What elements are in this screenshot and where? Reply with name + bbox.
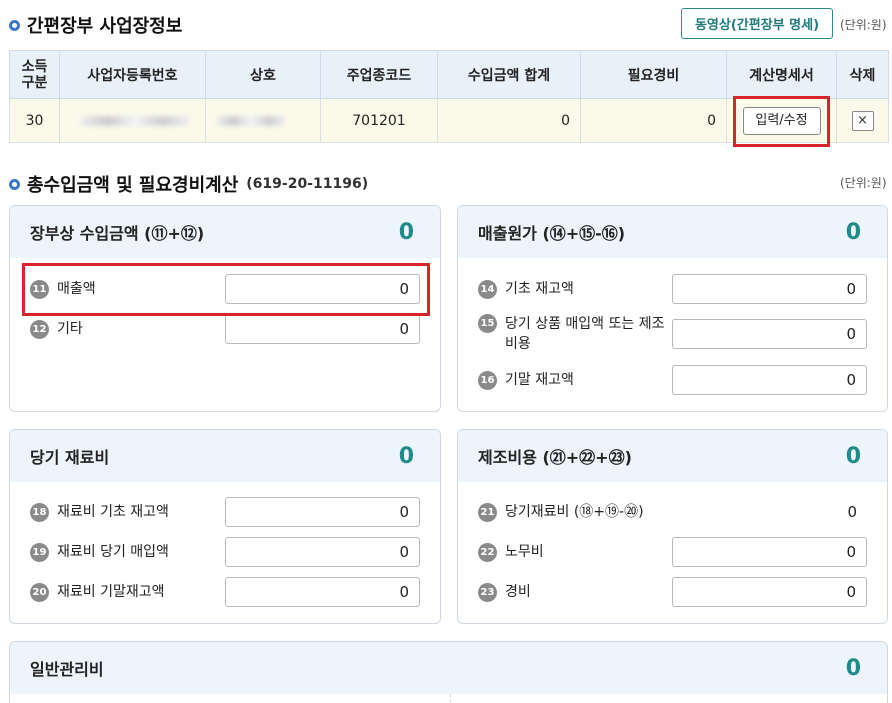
row-purchases: 15 당기 상품 매입액 또는 제조비용 <box>478 312 867 356</box>
row-overhead: 23 경비 <box>478 577 867 607</box>
column-divider <box>450 694 451 703</box>
section-title-business-info: 간편장부 사업장정보 <box>9 12 182 38</box>
overhead-input[interactable] <box>672 577 867 607</box>
cell-delete: × <box>836 98 889 143</box>
header-income-type-line1: 소득 <box>21 58 48 75</box>
cell-income-type: 30 <box>9 98 60 143</box>
row-ending-inventory: 16 기말 재고액 <box>478 365 867 395</box>
admin-total: 0 <box>845 655 861 681</box>
edit-statement-button[interactable]: 입력/수정 <box>742 106 821 135</box>
card-book-revenue: 장부상 수입금액 (⑪+⑫) 0 11 매출액 12 기타 <box>9 205 441 412</box>
bullet-icon <box>9 19 20 31</box>
header-delete: 삭제 <box>836 50 889 99</box>
business-info-table: 소득 구분 사업자등록번호 상호 주업종코드 수입금액 합계 필요경비 계산명세서… <box>9 50 889 143</box>
close-icon[interactable]: × <box>851 110 874 131</box>
header-business-number: 사업자등록번호 <box>59 50 206 99</box>
revenue-total: 0 <box>398 219 414 245</box>
row-current-materials: 21 당기재료비 (⑱+⑲-⑳) 0 <box>478 497 867 527</box>
number-badge: 15 <box>478 314 497 333</box>
header-calc-statement: 계산명세서 <box>726 50 837 99</box>
purchases-input[interactable] <box>672 319 867 349</box>
cell-business-name <box>205 98 321 143</box>
card-cogs: 매출원가 (⑭+⑮-⑯) 0 14 기초 재고액 15 당기 상품 매입액 또는… <box>457 205 888 412</box>
bullet-icon <box>9 178 20 190</box>
unit-label: (단위:원) <box>840 176 887 190</box>
row-materials-beginning: 18 재료비 기초 재고액 <box>30 497 420 527</box>
card-header: 당기 재료비 0 <box>10 430 440 482</box>
materials-beginning-input[interactable] <box>225 497 420 527</box>
card-header: 제조비용 (㉑+㉒+㉓) 0 <box>458 430 887 482</box>
header-business-name: 상호 <box>205 50 321 99</box>
card-manufacturing: 제조비용 (㉑+㉒+㉓) 0 21 당기재료비 (⑱+⑲-⑳) 0 22 노무비… <box>457 429 888 624</box>
materials-purchases-input[interactable] <box>225 537 420 567</box>
number-badge: 19 <box>30 542 49 562</box>
header-income-type: 소득 구분 <box>9 50 60 99</box>
cell-expenses: 0 <box>580 98 727 143</box>
sales-input[interactable] <box>225 274 420 304</box>
header-business-code: 주업종코드 <box>320 50 438 99</box>
header-income-type-line2: 구분 <box>21 74 48 91</box>
cell-revenue-total: 0 <box>437 98 581 143</box>
header-revenue-total: 수입금액 합계 <box>437 50 581 99</box>
header-expenses: 필요경비 <box>580 50 727 99</box>
video-guide-button[interactable]: 동영상(간편장부 명세) <box>681 8 833 39</box>
cell-business-number <box>59 98 206 143</box>
number-badge: 16 <box>478 370 497 390</box>
number-badge: 11 <box>30 279 49 299</box>
cell-calc-statement: 입력/수정 <box>726 98 837 143</box>
card-header: 일반관리비 0 <box>10 642 887 694</box>
card-admin-expenses: 일반관리비 0 <box>9 641 888 703</box>
card-header: 장부상 수입금액 (⑪+⑫) 0 <box>10 206 440 258</box>
number-badge: 22 <box>478 542 497 562</box>
row-labor: 22 노무비 <box>478 537 867 567</box>
cogs-total: 0 <box>845 219 861 245</box>
card-header: 매출원가 (⑭+⑮-⑯) 0 <box>458 206 887 258</box>
row-materials-purchases: 19 재료비 당기 매입액 <box>30 537 420 567</box>
row-sales: 11 매출액 <box>30 274 420 304</box>
materials-total: 0 <box>398 443 414 469</box>
section-title-revenue-expense: 총수입금액 및 필요경비계산 (619-20-11196) <box>9 171 368 197</box>
number-badge: 20 <box>30 582 49 602</box>
other-revenue-input[interactable] <box>225 314 420 344</box>
card-materials: 당기 재료비 0 18 재료비 기초 재고액 19 재료비 당기 매입액 20 … <box>9 429 441 624</box>
row-materials-ending: 20 재료비 기말재고액 <box>30 577 420 607</box>
unit-label: (단위:원) <box>840 18 887 32</box>
beginning-inventory-input[interactable] <box>672 274 867 304</box>
redacted-text <box>80 115 190 126</box>
materials-ending-input[interactable] <box>225 577 420 607</box>
current-materials-value: 0 <box>847 503 857 521</box>
row-other: 12 기타 <box>30 314 420 344</box>
number-badge: 21 <box>478 502 497 522</box>
number-badge: 23 <box>478 582 497 602</box>
redacted-text <box>216 115 286 126</box>
ending-inventory-input[interactable] <box>672 365 867 395</box>
number-badge: 14 <box>478 279 497 299</box>
cell-business-code: 701201 <box>320 98 438 143</box>
table-row: 30 701201 0 0 입력/수정 × <box>9 98 889 143</box>
row-beginning-inventory: 14 기초 재고액 <box>478 274 867 304</box>
manufacturing-total: 0 <box>845 443 861 469</box>
labor-input[interactable] <box>672 537 867 567</box>
number-badge: 12 <box>30 319 49 339</box>
number-badge: 18 <box>30 502 49 522</box>
